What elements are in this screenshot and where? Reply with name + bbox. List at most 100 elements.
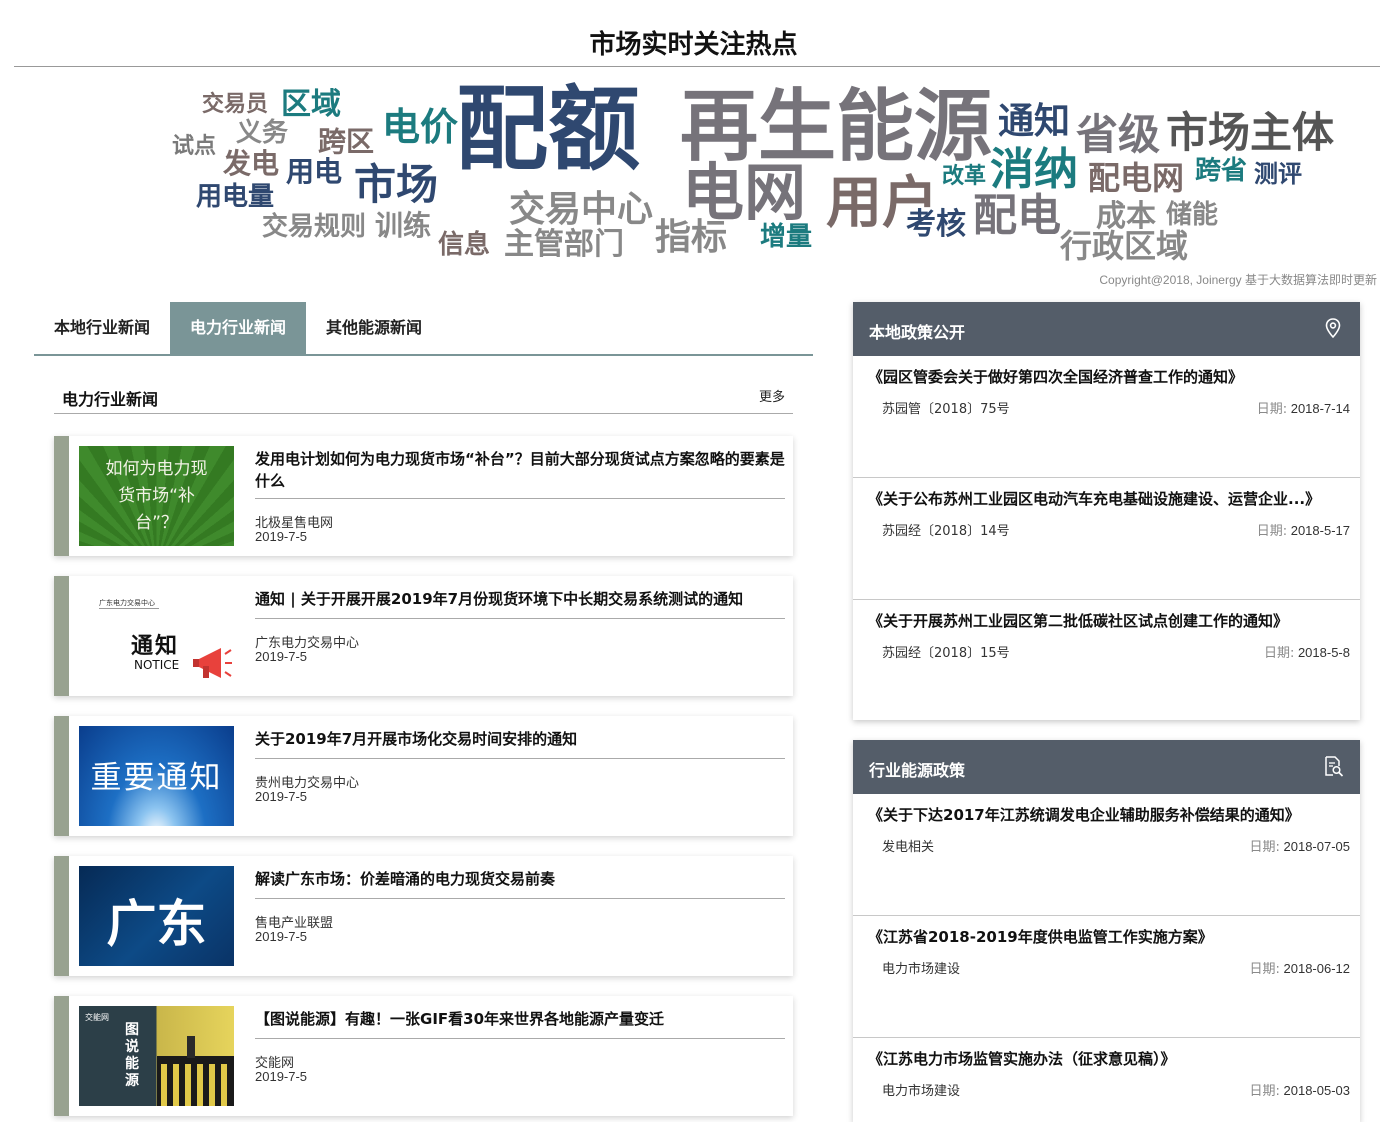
news-tabs: 本地行业新闻 电力行业新闻 其他能源新闻 — [34, 302, 813, 356]
word-cloud-term[interactable]: 再生能源 — [680, 88, 992, 166]
word-cloud-term[interactable]: 市场主体 — [1166, 112, 1334, 154]
word-cloud-term[interactable]: 试点 — [172, 136, 216, 158]
word-cloud-term[interactable]: 用电 — [286, 158, 342, 186]
word-cloud-term[interactable]: 训练 — [375, 212, 431, 240]
news-thumbnail[interactable]: 重要通知 — [79, 726, 234, 826]
date-value: 2018-7-14 — [1290, 401, 1350, 416]
policy-item[interactable]: 《江苏电力市场监管实施办法（征求意见稿）》 电力市场建设 日期: 2018-05… — [853, 1038, 1360, 1122]
word-cloud-term[interactable]: 储能 — [1166, 202, 1218, 228]
policy-title[interactable]: 《关于公布苏州工业园区电动汽车充电基础设施建设、运营企业...》 — [868, 488, 1320, 509]
date-label: 日期: — [1249, 840, 1280, 855]
word-cloud-term[interactable]: 改革 — [942, 166, 986, 188]
divider — [255, 758, 785, 759]
policy-date: 日期: 2018-07-05 — [1249, 836, 1350, 855]
policy-date: 日期: 2018-5-8 — [1264, 642, 1350, 661]
more-link[interactable]: 更多 — [759, 386, 785, 405]
news-card[interactable]: 交能网 图说能源 【图说能源】有趣！一张GIF看30年来世界各地能源产量变迁 交… — [54, 996, 793, 1116]
news-card[interactable]: 广东 解读广东市场：价差暗涌的电力现货交易前奏 售电产业联盟 2019-7-5 — [54, 856, 793, 976]
word-cloud-term[interactable]: 指标 — [655, 220, 727, 256]
news-thumbnail[interactable]: 交能网 图说能源 — [79, 1006, 234, 1106]
date-value: 2018-06-12 — [1283, 961, 1351, 976]
policy-item[interactable]: 《江苏省2018-2019年度供电监管工作实施方案》 电力市场建设 日期: 20… — [853, 916, 1360, 1038]
title-divider — [14, 66, 1380, 67]
date-value: 2018-07-05 — [1283, 839, 1351, 854]
news-thumbnail[interactable]: 如何为电力现货市场“补台”？ — [79, 446, 234, 546]
word-cloud-term[interactable]: 配额 — [456, 84, 640, 176]
policy-title[interactable]: 《江苏省2018-2019年度供电监管工作实施方案》 — [868, 926, 1213, 947]
policy-item[interactable]: 《关于下达2017年江苏统调发电企业辅助服务补偿结果的通知》 发电相关 日期: … — [853, 794, 1360, 916]
panel-header: 本地政策公开 — [853, 302, 1360, 356]
word-cloud-term[interactable]: 市场 — [354, 164, 438, 206]
news-title[interactable]: 发用电计划如何为电力现货市场“补台”？目前大部分现货试点方案忽略的要素是什么 — [255, 448, 785, 492]
news-date: 2019-7-5 — [255, 1069, 308, 1084]
policy-number: 苏园经〔2018〕14号 — [882, 524, 1010, 539]
date-value: 2018-5-17 — [1290, 523, 1350, 538]
date-value: 2018-5-8 — [1297, 645, 1350, 660]
news-title[interactable]: 解读广东市场：价差暗涌的电力现货交易前奏 — [255, 868, 785, 890]
word-cloud-term[interactable]: 通知 — [998, 104, 1070, 140]
thumbnail-caption: 广东 — [106, 895, 207, 953]
industry-policy-panel: 行业能源政策 《关于下达2017年江苏统调发电企业辅助服务补偿结果的通知》 发电… — [853, 740, 1360, 1122]
date-value: 2018-05-03 — [1283, 1083, 1351, 1098]
divider — [255, 898, 785, 899]
word-cloud-term[interactable]: 配电 — [973, 194, 1061, 238]
panel-title: 本地政策公开 — [869, 323, 966, 342]
word-cloud-term[interactable]: 义务 — [236, 120, 288, 146]
policy-date: 日期: 2018-05-03 — [1249, 1080, 1350, 1099]
tab-local-industry-news[interactable]: 本地行业新闻 — [34, 302, 170, 354]
word-cloud-term[interactable]: 考核 — [906, 210, 966, 240]
policy-item[interactable]: 《园区管委会关于做好第四次全国经济普查工作的通知》 苏园管〔2018〕75号 日… — [853, 356, 1360, 478]
news-title[interactable]: 【图说能源】有趣！一张GIF看30年来世界各地能源产量变迁 — [255, 1008, 785, 1030]
word-cloud-term[interactable]: 增量 — [760, 224, 812, 250]
date-label: 日期: — [1256, 402, 1288, 417]
thumbnail-caption: 如何为电力现货市场“补台”？ — [105, 458, 208, 533]
news-card[interactable]: 如何为电力现货市场“补台”？ 发用电计划如何为电力现货市场“补台”？目前大部分现… — [54, 436, 793, 556]
policy-title[interactable]: 《江苏电力市场监管实施办法（征求意见稿）》 — [868, 1048, 1176, 1069]
word-cloud-term[interactable]: 交易员 — [202, 94, 268, 116]
date-label: 日期: — [1256, 524, 1288, 539]
megaphone-icon — [193, 648, 232, 678]
date-label: 日期: — [1263, 646, 1295, 661]
tab-power-industry-news[interactable]: 电力行业新闻 — [170, 302, 306, 354]
word-cloud-term[interactable]: 交易规则 — [262, 214, 366, 240]
word-cloud-term[interactable]: 信息 — [438, 232, 490, 258]
word-cloud-term[interactable]: 跨区 — [318, 128, 374, 156]
word-cloud-term[interactable]: 消纳 — [990, 148, 1078, 192]
news-title[interactable]: 通知 | 关于开展开展2019年7月份现货环境下中长期交易系统测试的通知 — [255, 588, 785, 610]
word-cloud-term[interactable]: 行政区域 — [1060, 230, 1188, 262]
news-date: 2019-7-5 — [255, 649, 308, 664]
policy-item[interactable]: 《关于开展苏州工业园区第二批低碳社区试点创建工作的通知》 苏园经〔2018〕15… — [853, 600, 1360, 722]
word-cloud-term[interactable]: 电价 — [382, 108, 458, 146]
policy-title[interactable]: 《关于下达2017年江苏统调发电企业辅助服务补偿结果的通知》 — [868, 804, 1300, 825]
news-card[interactable]: 广东电力交易中心 通知 NOTICE 通知 | 关于开展开展2019年7月份现货… — [54, 576, 793, 696]
news-thumbnail[interactable]: 广东 — [79, 866, 234, 966]
policy-title[interactable]: 《关于开展苏州工业园区第二批低碳社区试点创建工作的通知》 — [868, 610, 1288, 631]
card-accent-bar — [54, 856, 69, 976]
word-cloud-term[interactable]: 主管部门 — [504, 230, 624, 260]
policy-item[interactable]: 《关于公布苏州工业园区电动汽车充电基础设施建设、运营企业...》 苏园经〔201… — [853, 478, 1360, 600]
document-search-icon[interactable] — [1322, 755, 1344, 777]
word-cloud: 交易员 区域 配额 再生能源 通知 省级 市场主体 试点 义务 跨区 电价 发电 用电 市场 电网 消纳 改革配… — [0, 70, 1387, 270]
word-cloud-term[interactable]: 区域 — [281, 90, 341, 120]
news-card[interactable]: 重要通知 关于2019年7月开展市场化交易时间安排的通知 贵州电力交易中心 20… — [54, 716, 793, 836]
word-cloud-term[interactable]: 测评 — [1254, 162, 1302, 186]
policy-date: 日期: 2018-06-12 — [1249, 958, 1350, 977]
location-pin-icon[interactable] — [1322, 317, 1344, 339]
news-thumbnail[interactable]: 广东电力交易中心 通知 NOTICE — [79, 586, 234, 686]
policy-category: 电力市场建设 — [882, 1084, 961, 1099]
tab-other-energy-news[interactable]: 其他能源新闻 — [306, 302, 442, 354]
word-cloud-term[interactable]: 发电 — [223, 150, 279, 178]
word-cloud-term[interactable]: 省级 — [1076, 114, 1160, 156]
word-cloud-term[interactable]: 电网 — [682, 162, 806, 224]
news-title[interactable]: 关于2019年7月开展市场化交易时间安排的通知 — [255, 728, 785, 750]
card-accent-bar — [54, 576, 69, 696]
word-cloud-term[interactable]: 配电网 — [1088, 162, 1184, 194]
thumbnail-org: 广东电力交易中心 — [99, 599, 155, 607]
news-date: 2019-7-5 — [255, 929, 308, 944]
word-cloud-term[interactable]: 交易中心 — [509, 192, 653, 228]
word-cloud-term[interactable]: 用电量 — [196, 184, 274, 210]
divider — [255, 618, 785, 619]
word-cloud-term[interactable]: 跨省 — [1195, 158, 1247, 184]
policy-title[interactable]: 《园区管委会关于做好第四次全国经济普查工作的通知》 — [868, 366, 1243, 387]
policy-category: 发电相关 — [882, 840, 935, 855]
